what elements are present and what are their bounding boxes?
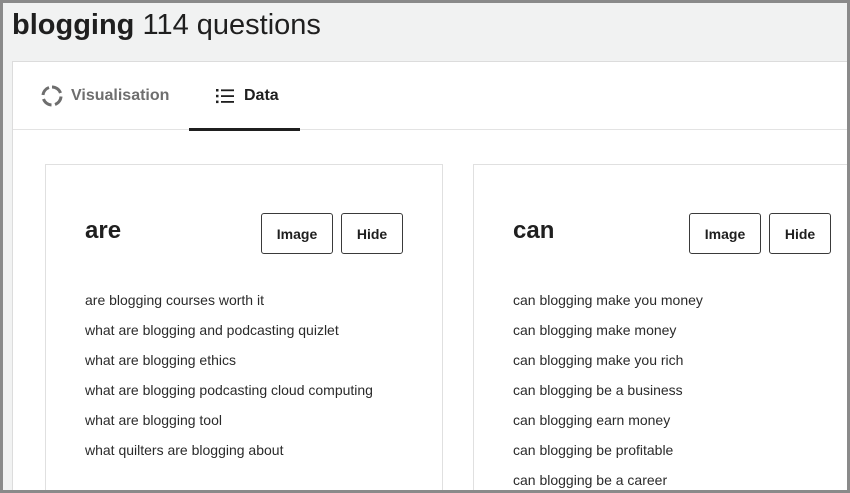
image-button[interactable]: Image (261, 213, 333, 254)
card-heading: are (85, 217, 122, 244)
tab-visualisation[interactable]: Visualisation (38, 62, 172, 130)
question-card-are: are Image Hide are blogging courses wort… (45, 164, 443, 490)
results-panel: Visualisation Data are Image Hide are bl… (12, 61, 847, 490)
question-list: are blogging courses worth it what are b… (85, 289, 375, 469)
app-frame: blogging 114 questions Visualisation Dat… (0, 0, 850, 493)
page-title-keyword: blogging (12, 9, 135, 41)
list-item[interactable]: can blogging be a business (513, 379, 803, 401)
question-list: can blogging make you money can blogging… (513, 289, 803, 490)
list-item[interactable]: can blogging make you rich (513, 349, 803, 371)
list-item[interactable]: can blogging earn money (513, 409, 803, 431)
list-item[interactable]: what are blogging tool (85, 409, 375, 431)
active-tab-indicator (189, 128, 300, 131)
hide-button[interactable]: Hide (769, 213, 831, 254)
hide-button[interactable]: Hide (341, 213, 403, 254)
tab-data[interactable]: Data (189, 62, 300, 131)
list-item[interactable]: what quilters are blogging about (85, 439, 375, 461)
list-item[interactable]: what are blogging podcasting cloud compu… (85, 379, 375, 401)
circle-spinner-icon (41, 85, 63, 107)
list-item[interactable]: what are blogging and podcasting quizlet (85, 319, 375, 341)
list-icon (214, 85, 236, 107)
list-item[interactable]: can blogging make you money (513, 289, 803, 311)
card-heading: can (513, 217, 555, 244)
list-item[interactable]: can blogging be profitable (513, 439, 803, 461)
question-count: 114 questions (142, 9, 321, 41)
view-tabs: Visualisation Data (13, 62, 847, 131)
question-card-can: can Image Hide can blogging make you mon… (473, 164, 847, 490)
image-button[interactable]: Image (689, 213, 761, 254)
page-title: blogging 114 questions (12, 8, 321, 42)
list-item[interactable]: what are blogging ethics (85, 349, 375, 371)
list-item[interactable]: can blogging be a career (513, 469, 803, 490)
list-item[interactable]: can blogging make money (513, 319, 803, 341)
tab-visualisation-label: Visualisation (71, 87, 170, 104)
list-item[interactable]: are blogging courses worth it (85, 289, 375, 311)
tab-data-label: Data (244, 87, 279, 104)
